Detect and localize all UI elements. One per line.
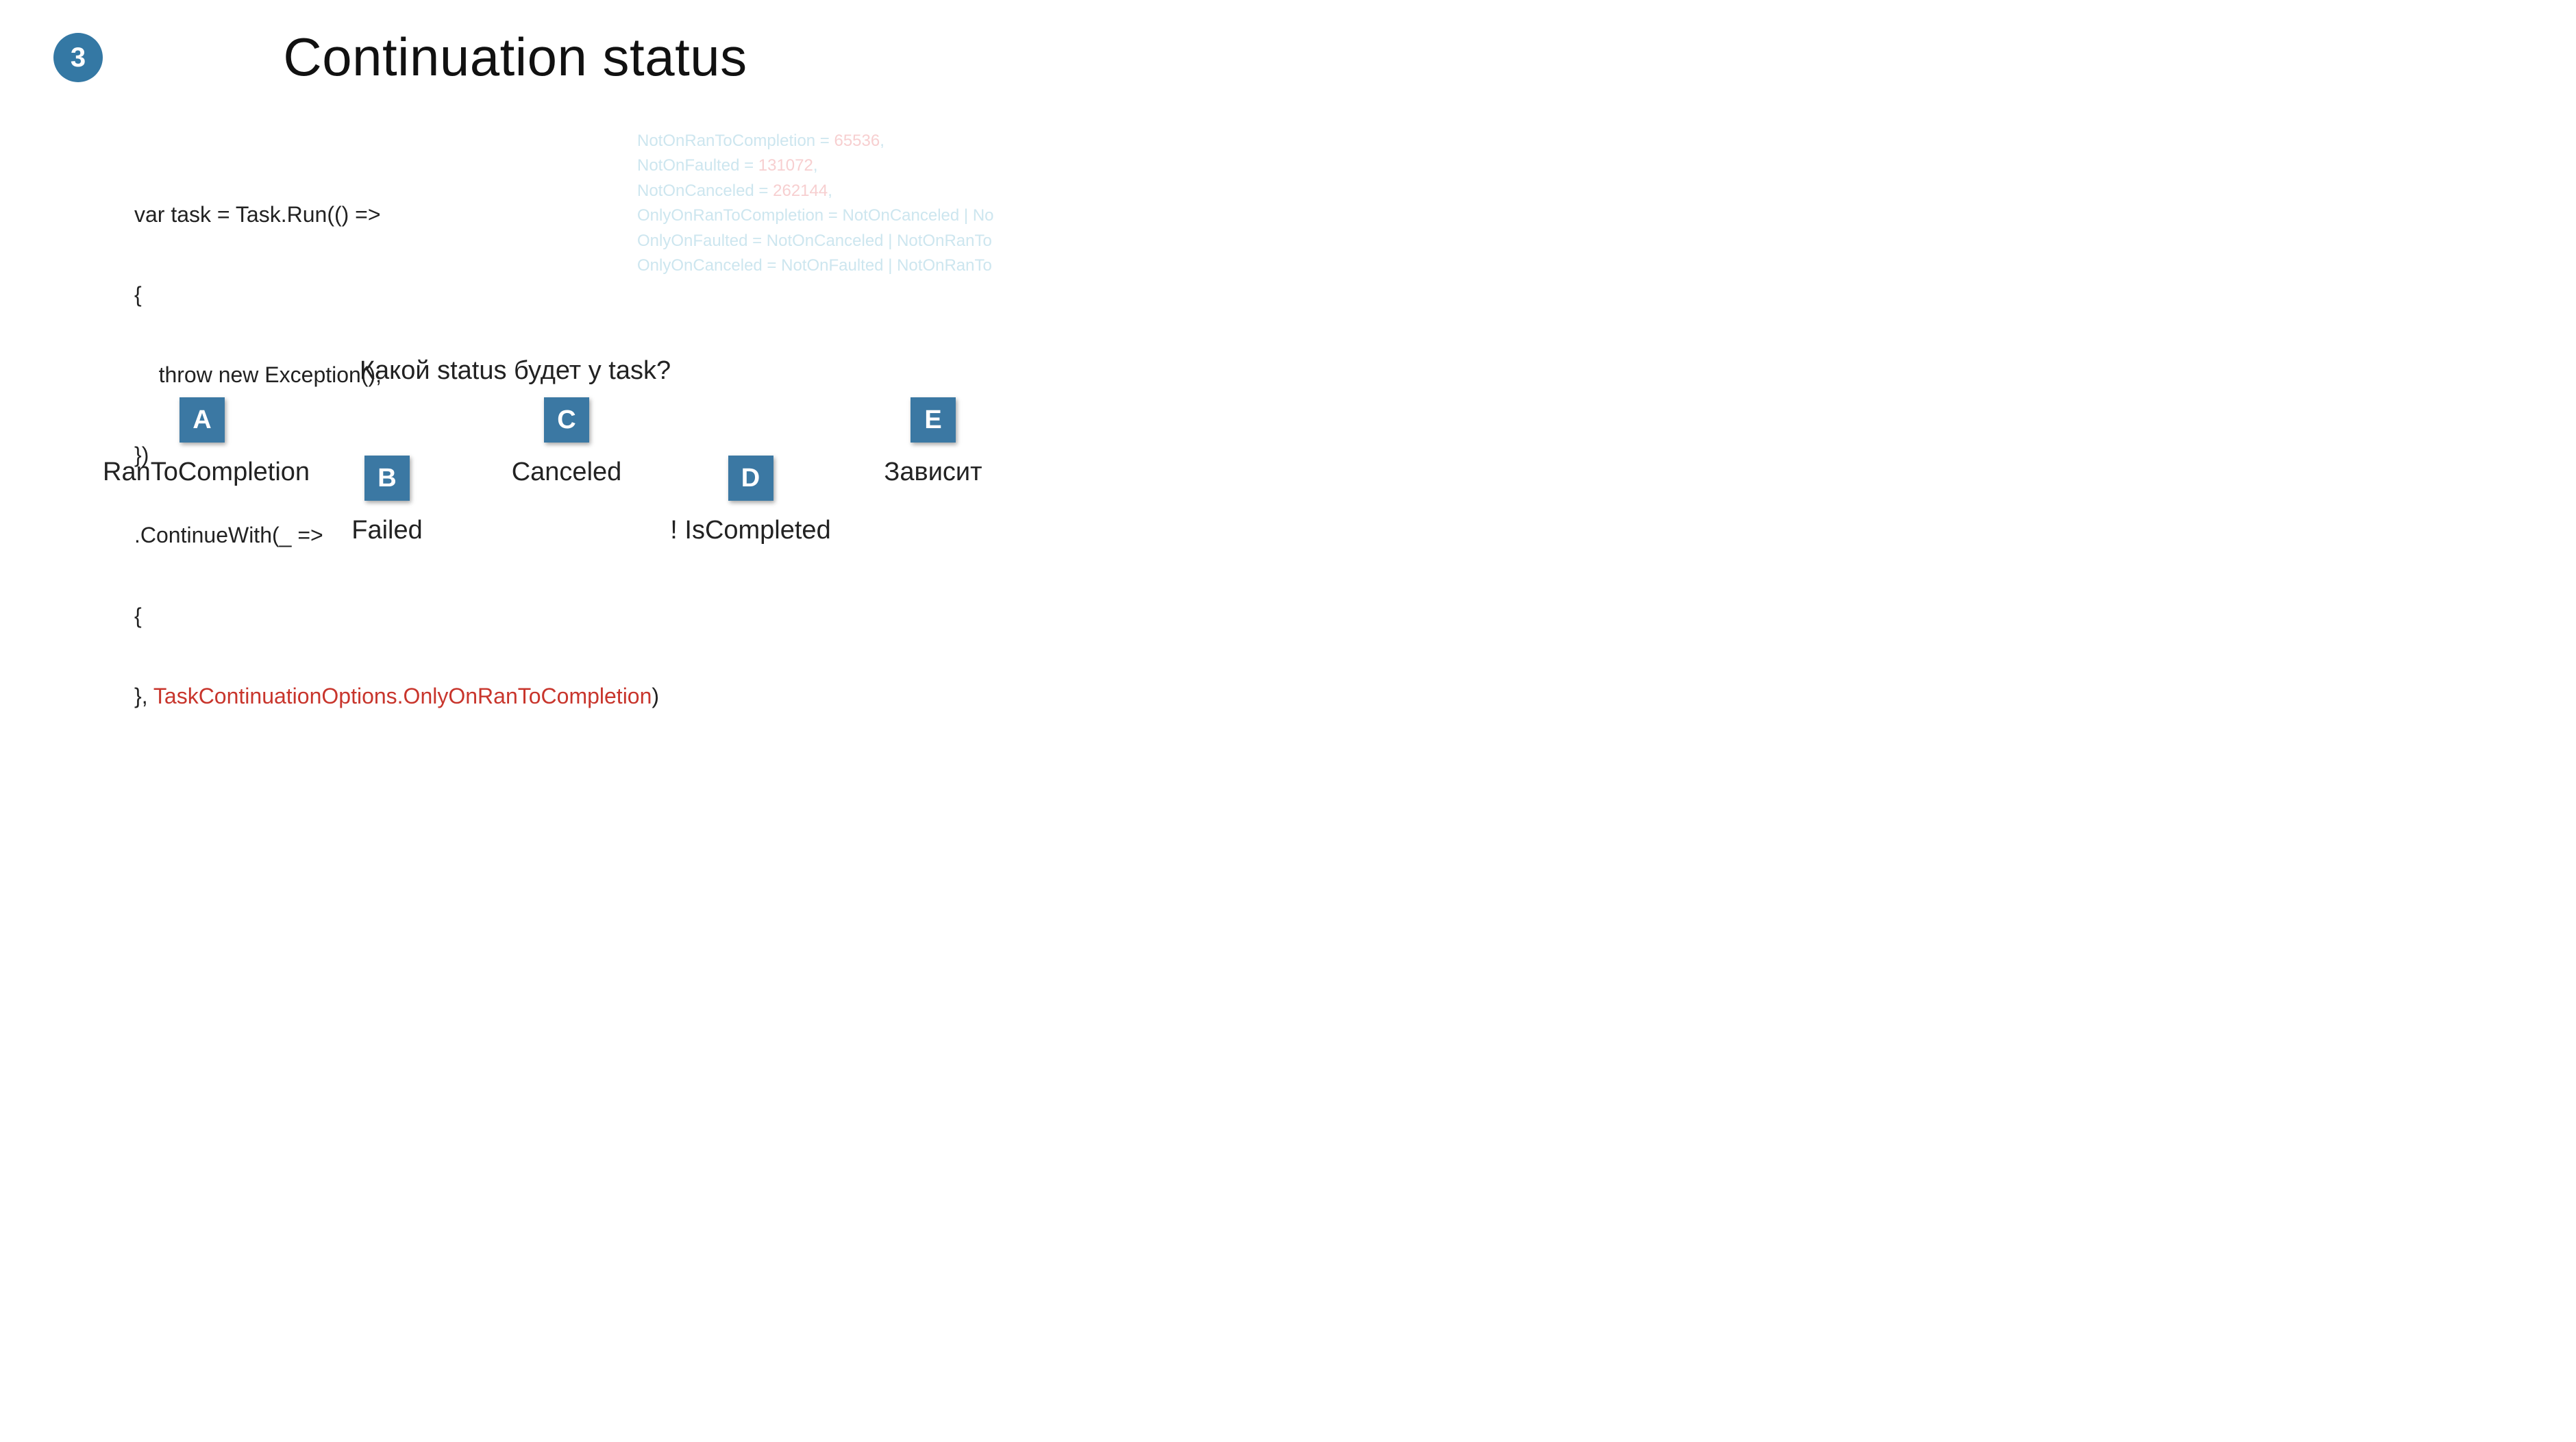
option-e-badge: E [911, 397, 956, 443]
code-text: ) [652, 684, 659, 708]
code-line: { [134, 282, 659, 308]
enum-line: NotOnCanceled = 262144, [637, 179, 994, 203]
option-a-label: RanToCompletion [103, 458, 301, 487]
code-highlight: TaskContinuationOptions.OnlyOnRanToCompl… [153, 684, 652, 708]
enum-value: 131072 [758, 156, 813, 175]
option-e: E Зависит [865, 397, 1002, 487]
enum-reference: NotOnRanToCompletion = 65536, NotOnFault… [637, 129, 994, 279]
enum-value: 65536 [834, 132, 880, 150]
enum-text: NotOnCanceled = [637, 182, 773, 200]
enum-text: NotOnRanToCompletion = [637, 132, 834, 150]
option-a-badge: A [179, 397, 225, 443]
option-b: B Failed [325, 456, 449, 545]
option-c-label: Canceled [495, 458, 639, 487]
option-c-badge: C [544, 397, 589, 443]
enum-text: , [813, 156, 818, 175]
option-c: C Canceled [495, 397, 639, 487]
enum-line: NotOnFaulted = 131072, [637, 153, 994, 178]
option-e-label: Зависит [865, 458, 1002, 487]
option-a: A RanToCompletion [103, 397, 301, 487]
slide-title: Continuation status [0, 26, 1030, 88]
code-text: }, [134, 684, 153, 708]
code-line: var task = Task.Run(() => [134, 201, 659, 228]
option-b-badge: B [364, 456, 410, 501]
option-b-label: Failed [325, 516, 449, 545]
enum-line: OnlyOnRanToCompletion = NotOnCanceled | … [637, 203, 994, 228]
option-d-badge: D [728, 456, 773, 501]
enum-line: OnlyOnCanceled = NotOnFaulted | NotOnRan… [637, 253, 994, 278]
code-line: { [134, 603, 659, 630]
question-text: Какой status будет у task? [0, 356, 1030, 386]
answer-options: A RanToCompletion B Failed C Canceled D … [0, 397, 1030, 562]
enum-text: NotOnFaulted = [637, 156, 758, 175]
enum-line: NotOnRanToCompletion = 65536, [637, 129, 994, 153]
option-d: D ! IsCompleted [653, 456, 848, 545]
option-d-label: ! IsCompleted [653, 516, 848, 545]
code-line: }, TaskContinuationOptions.OnlyOnRanToCo… [134, 683, 659, 710]
enum-text: , [828, 182, 832, 200]
enum-value: 262144 [773, 182, 828, 200]
enum-line: OnlyOnFaulted = NotOnCanceled | NotOnRan… [637, 229, 994, 253]
enum-text: , [880, 132, 884, 150]
